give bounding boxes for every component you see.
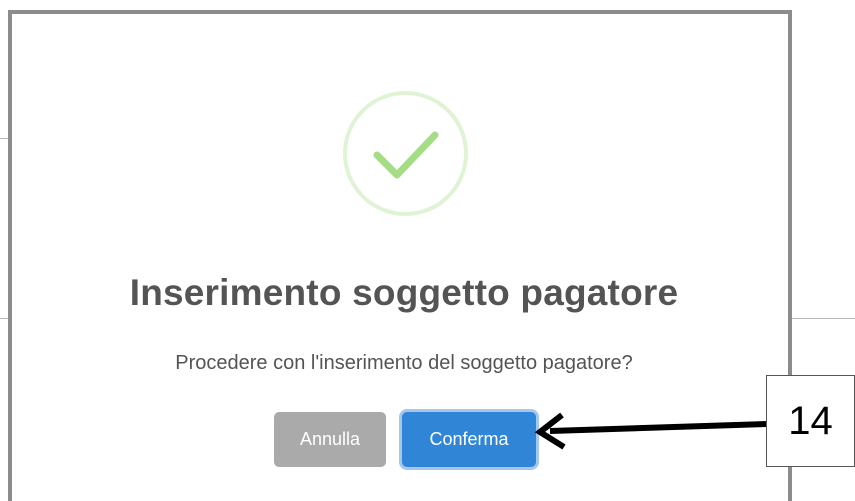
backdrop-divider <box>0 138 8 139</box>
checkmark-icon <box>373 131 439 179</box>
cancel-button[interactable]: Annulla <box>274 412 386 467</box>
arrow-left-icon <box>534 412 767 450</box>
step-number-label: 14 <box>766 375 855 467</box>
confirm-button[interactable]: Conferma <box>402 412 536 467</box>
backdrop-divider <box>0 318 8 319</box>
success-checkmark-icon <box>343 91 468 216</box>
backdrop-divider <box>792 318 855 319</box>
dialog-title: Inserimento soggetto pagatore <box>129 272 679 313</box>
dialog-message: Procedere con l'inserimento del soggetto… <box>175 352 633 374</box>
